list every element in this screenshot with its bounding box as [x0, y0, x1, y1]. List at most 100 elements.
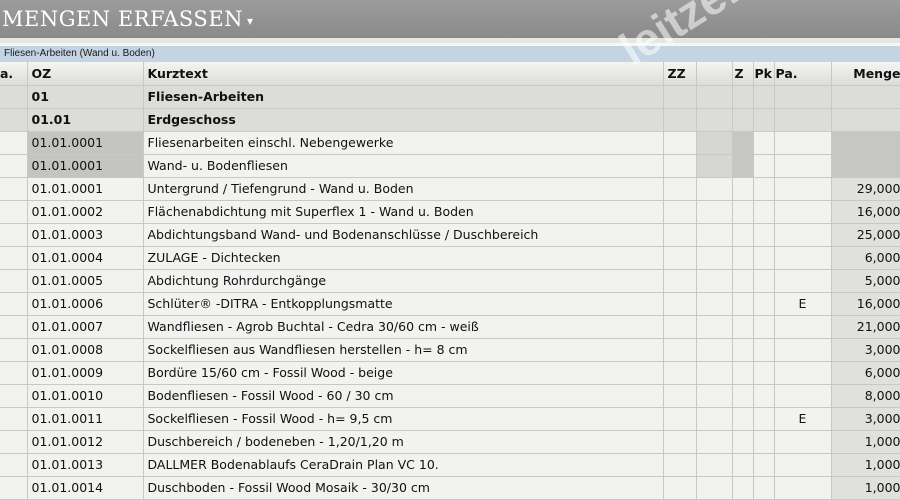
cell-pk[interactable] — [753, 384, 775, 408]
cell-pk[interactable] — [753, 292, 775, 316]
cell-pk[interactable] — [753, 200, 775, 224]
cell-blank[interactable] — [696, 246, 733, 270]
quantity-grid[interactable]: a. OZ Kurztext ZZ Z Pk Pa. Menge M 01Fli… — [0, 62, 900, 500]
cell-zz[interactable] — [663, 85, 697, 109]
table-row[interactable]: 01.01.0004ZULAGE - Dichtecken6,000S — [0, 246, 900, 270]
cell-kurztext[interactable]: Wand- u. Bodenfliesen — [143, 154, 664, 178]
cell-marker[interactable] — [0, 292, 28, 316]
cell-pk[interactable] — [753, 246, 775, 270]
cell-menge[interactable] — [831, 154, 900, 178]
cell-oz[interactable]: 01.01.0009 — [27, 361, 144, 385]
cell-blank[interactable] — [696, 200, 733, 224]
cell-blank[interactable] — [696, 269, 733, 293]
cell-blank[interactable] — [696, 315, 733, 339]
cell-zz[interactable] — [663, 177, 697, 201]
cell-pa[interactable] — [774, 85, 832, 109]
table-row[interactable]: 01.01.0011 Sockelfliesen - Fossil Wood - … — [0, 407, 900, 431]
cell-z[interactable] — [732, 223, 754, 247]
cell-pa[interactable] — [774, 154, 832, 178]
cell-pa[interactable] — [774, 223, 832, 247]
cell-oz[interactable]: 01.01.0007 — [27, 315, 144, 339]
col-header-menge[interactable]: Menge — [831, 62, 900, 86]
table-row[interactable]: 01.01.0001 Untergrund / Tiefengrund - Wan… — [0, 177, 900, 201]
cell-oz[interactable]: 01.01.0012 — [27, 430, 144, 454]
cell-z[interactable] — [732, 315, 754, 339]
cell-zz[interactable] — [663, 223, 697, 247]
dropdown-caret-icon[interactable]: ▾ — [247, 14, 254, 28]
cell-kurztext[interactable]: Bordüre 15/60 cm - Fossil Wood - beige — [143, 361, 664, 385]
cell-pa[interactable] — [774, 200, 832, 224]
col-header-blank[interactable] — [696, 62, 733, 86]
cell-pa[interactable] — [774, 361, 832, 385]
cell-zz[interactable] — [663, 131, 697, 155]
cell-marker[interactable] — [0, 384, 28, 408]
col-header-zz[interactable]: ZZ — [663, 62, 697, 86]
cell-z[interactable] — [732, 177, 754, 201]
cell-menge[interactable]: 1,000 — [831, 430, 900, 454]
cell-pk[interactable] — [753, 177, 775, 201]
cell-z[interactable] — [732, 246, 754, 270]
cell-blank[interactable] — [696, 85, 733, 109]
cell-pk[interactable] — [753, 338, 775, 362]
cell-menge[interactable] — [831, 131, 900, 155]
table-row[interactable]: 01.01.0012 Duschbereich / bodeneben - 1,2… — [0, 430, 900, 454]
group-row[interactable]: 01.01 Erdgeschoss — [0, 108, 900, 132]
cell-pa[interactable] — [774, 246, 832, 270]
cell-oz[interactable]: 01.01.0011 — [27, 407, 144, 431]
cell-kurztext[interactable]: DALLMER Bodenablaufs CeraDrain Plan VC 1… — [143, 453, 664, 477]
cell-marker[interactable] — [0, 108, 28, 132]
cell-kurztext[interactable]: Fliesen-Arbeiten — [143, 85, 664, 109]
table-row[interactable]: 01.01.0002 Flächenabdichtung mit Superfle… — [0, 200, 900, 224]
cell-z[interactable] — [732, 108, 754, 132]
cell-kurztext[interactable]: Schlüter® -DITRA - Entkopplungsmatte — [143, 292, 664, 316]
cell-marker[interactable] — [0, 85, 28, 109]
cell-marker[interactable] — [0, 154, 28, 178]
cell-menge[interactable]: 3,000 — [831, 338, 900, 362]
cell-oz[interactable]: 01.01 — [27, 108, 144, 132]
cell-oz[interactable]: 01.01.0010 — [27, 384, 144, 408]
cell-pa[interactable] — [774, 269, 832, 293]
table-row[interactable]: 01.01.0001 Fliesenarbeiten einschl. Neben… — [0, 131, 900, 155]
table-row[interactable]: 01.01.0005 Abdichtung Rohrdurchgänge 5,000… — [0, 269, 900, 293]
cell-marker[interactable] — [0, 338, 28, 362]
col-header-pa2[interactable]: Pa. — [774, 62, 832, 86]
cell-pk[interactable] — [753, 131, 775, 155]
cell-zz[interactable] — [663, 361, 697, 385]
cell-blank[interactable] — [696, 361, 733, 385]
table-row[interactable]: 01.01.0009 Bordüre 15/60 cm - Fossil Wood… — [0, 361, 900, 385]
cell-pk[interactable] — [753, 476, 775, 500]
cell-oz[interactable]: 01.01.0001 — [27, 131, 144, 155]
cell-kurztext[interactable]: Abdichtungsband Wand- und Bodenanschlüss… — [143, 223, 664, 247]
cell-oz[interactable]: 01.01.0004 — [27, 246, 144, 270]
cell-marker[interactable] — [0, 476, 28, 500]
cell-menge[interactable]: 16,000 — [831, 292, 900, 316]
cell-kurztext[interactable]: Sockelfliesen aus Wandfliesen herstellen… — [143, 338, 664, 362]
cell-pa[interactable] — [774, 131, 832, 155]
group-row[interactable]: 01 Fliesen-Arbeiten — [0, 85, 900, 109]
col-header-oz[interactable]: OZ — [27, 62, 144, 86]
cell-zz[interactable] — [663, 407, 697, 431]
cell-blank[interactable] — [696, 177, 733, 201]
cell-kurztext[interactable]: ZULAGE - Dichtecken — [143, 246, 664, 270]
table-row[interactable]: 01.01.0006 Schlüter® -DITRA - Entkopplung… — [0, 292, 900, 316]
cell-menge[interactable]: 5,000 — [831, 269, 900, 293]
cell-oz[interactable]: 01.01.0003 — [27, 223, 144, 247]
cell-kurztext[interactable]: Bodenfliesen - Fossil Wood - 60 / 30 cm — [143, 384, 664, 408]
cell-menge[interactable]: 21,000 — [831, 315, 900, 339]
cell-menge[interactable]: 1,000 — [831, 476, 900, 500]
cell-marker[interactable] — [0, 200, 28, 224]
cell-oz[interactable]: 01.01.0014 — [27, 476, 144, 500]
cell-oz[interactable]: 01.01.0006 — [27, 292, 144, 316]
cell-pk[interactable] — [753, 85, 775, 109]
cell-menge[interactable]: 8,000 — [831, 384, 900, 408]
cell-zz[interactable] — [663, 269, 697, 293]
cell-oz[interactable]: 01.01.0002 — [27, 200, 144, 224]
cell-marker[interactable] — [0, 177, 28, 201]
cell-zz[interactable] — [663, 430, 697, 454]
cell-pk[interactable] — [753, 407, 775, 431]
cell-kurztext[interactable]: Untergrund / Tiefengrund - Wand u. Boden — [143, 177, 664, 201]
cell-blank[interactable] — [696, 292, 733, 316]
cell-z[interactable] — [732, 292, 754, 316]
cell-marker[interactable] — [0, 361, 28, 385]
cell-menge[interactable]: 29,000 — [831, 177, 900, 201]
